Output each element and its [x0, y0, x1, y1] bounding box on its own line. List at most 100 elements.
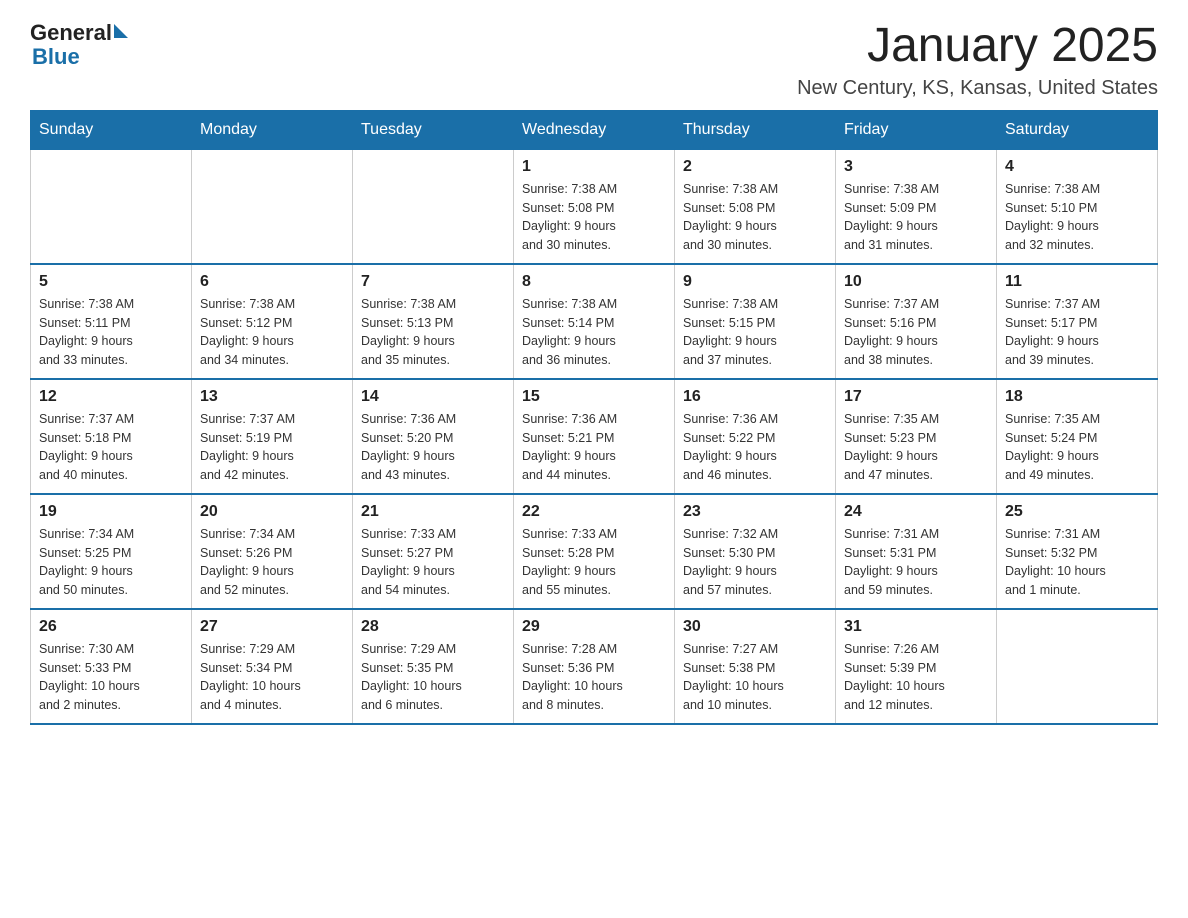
- calendar-empty-cell: [997, 609, 1158, 724]
- calendar-week-row: 19Sunrise: 7:34 AM Sunset: 5:25 PM Dayli…: [31, 494, 1158, 609]
- calendar-week-row: 1 Sunrise: 7:38 AM Sunset: 5:08 PM Daylig…: [31, 149, 1158, 264]
- day-info: Sunrise: 7:32 AM Sunset: 5:30 PM Dayligh…: [683, 525, 827, 600]
- day-number: 7: [361, 273, 505, 291]
- day-info: Sunrise: 7:38 AM Sunset: 5:09 PM Dayligh…: [844, 180, 988, 255]
- day-number: 13: [200, 388, 344, 406]
- day-info: Sunrise: 7:36 AM Sunset: 5:20 PM Dayligh…: [361, 410, 505, 485]
- calendar-header-saturday: Saturday: [997, 110, 1158, 149]
- day-info: Sunrise: 7:36 AM Sunset: 5:22 PM Dayligh…: [683, 410, 827, 485]
- day-number: 9: [683, 273, 827, 291]
- logo-general-text: General: [30, 20, 112, 46]
- calendar-header-row: SundayMondayTuesdayWednesdayThursdayFrid…: [31, 110, 1158, 149]
- day-info: Sunrise: 7:38 AM Sunset: 5:12 PM Dayligh…: [200, 295, 344, 370]
- day-number: 5: [39, 273, 183, 291]
- calendar-day-23: 23 Sunrise: 7:32 AM Sunset: 5:30 PM Dayli…: [675, 494, 836, 609]
- day-info: Sunrise: 7:33 AM Sunset: 5:28 PM Dayligh…: [522, 525, 666, 600]
- logo-triangle-icon: [114, 24, 128, 38]
- calendar-day-22: 22 Sunrise: 7:33 AM Sunset: 5:28 PM Dayli…: [514, 494, 675, 609]
- day-info: Sunrise: 7:38 AM Sunset: 5:14 PM Dayligh…: [522, 295, 666, 370]
- logo: General Blue: [30, 20, 128, 68]
- day-info: Sunrise: 7:38 AM Sunset: 5:15 PM Dayligh…: [683, 295, 827, 370]
- day-info: Sunrise: 7:35 AM Sunset: 5:24 PM Dayligh…: [1005, 410, 1149, 485]
- calendar-day-3: 3 Sunrise: 7:38 AM Sunset: 5:09 PM Daylig…: [836, 149, 997, 264]
- calendar-day-2: 2 Sunrise: 7:38 AM Sunset: 5:08 PM Daylig…: [675, 149, 836, 264]
- calendar-day-11: 11Sunrise: 7:37 AM Sunset: 5:17 PM Dayli…: [997, 264, 1158, 379]
- calendar-day-17: 17 Sunrise: 7:35 AM Sunset: 5:23 PM Dayli…: [836, 379, 997, 494]
- day-number: 25: [1005, 503, 1149, 521]
- calendar-day-15: 15 Sunrise: 7:36 AM Sunset: 5:21 PM Dayli…: [514, 379, 675, 494]
- day-number: 24: [844, 503, 988, 521]
- day-number: 3: [844, 158, 988, 176]
- calendar-day-1: 1 Sunrise: 7:38 AM Sunset: 5:08 PM Daylig…: [514, 149, 675, 264]
- day-number: 30: [683, 618, 827, 636]
- day-number: 19: [39, 503, 183, 521]
- calendar-day-5: 5 Sunrise: 7:38 AM Sunset: 5:11 PM Daylig…: [31, 264, 192, 379]
- calendar-day-13: 13 Sunrise: 7:37 AM Sunset: 5:19 PM Dayli…: [192, 379, 353, 494]
- day-info: Sunrise: 7:38 AM Sunset: 5:08 PM Dayligh…: [683, 180, 827, 255]
- calendar-week-row: 12 Sunrise: 7:37 AM Sunset: 5:18 PM Dayli…: [31, 379, 1158, 494]
- day-info: Sunrise: 7:38 AM Sunset: 5:10 PM Dayligh…: [1005, 180, 1149, 255]
- day-info: Sunrise: 7:29 AM Sunset: 5:34 PM Dayligh…: [200, 640, 344, 715]
- day-info: Sunrise: 7:33 AM Sunset: 5:27 PM Dayligh…: [361, 525, 505, 600]
- day-number: 14: [361, 388, 505, 406]
- calendar-empty-cell: [353, 149, 514, 264]
- calendar-day-9: 9 Sunrise: 7:38 AM Sunset: 5:15 PM Daylig…: [675, 264, 836, 379]
- calendar-week-row: 26 Sunrise: 7:30 AM Sunset: 5:33 PM Dayli…: [31, 609, 1158, 724]
- calendar-day-29: 29Sunrise: 7:28 AM Sunset: 5:36 PM Dayli…: [514, 609, 675, 724]
- location-subtitle: New Century, KS, Kansas, United States: [797, 77, 1158, 100]
- day-number: 15: [522, 388, 666, 406]
- day-number: 12: [39, 388, 183, 406]
- calendar-day-18: 18 Sunrise: 7:35 AM Sunset: 5:24 PM Dayli…: [997, 379, 1158, 494]
- page-header: General Blue January 2025 New Century, K…: [30, 20, 1158, 100]
- day-info: Sunrise: 7:31 AM Sunset: 5:31 PM Dayligh…: [844, 525, 988, 600]
- month-title: January 2025: [797, 20, 1158, 73]
- calendar-header-thursday: Thursday: [675, 110, 836, 149]
- calendar-day-20: 20Sunrise: 7:34 AM Sunset: 5:26 PM Dayli…: [192, 494, 353, 609]
- calendar-header-wednesday: Wednesday: [514, 110, 675, 149]
- calendar-day-14: 14 Sunrise: 7:36 AM Sunset: 5:20 PM Dayli…: [353, 379, 514, 494]
- day-number: 16: [683, 388, 827, 406]
- calendar-empty-cell: [192, 149, 353, 264]
- day-number: 28: [361, 618, 505, 636]
- calendar-day-21: 21 Sunrise: 7:33 AM Sunset: 5:27 PM Dayli…: [353, 494, 514, 609]
- day-info: Sunrise: 7:37 AM Sunset: 5:19 PM Dayligh…: [200, 410, 344, 485]
- day-number: 1: [522, 158, 666, 176]
- title-section: January 2025 New Century, KS, Kansas, Un…: [797, 20, 1158, 100]
- calendar-day-26: 26 Sunrise: 7:30 AM Sunset: 5:33 PM Dayli…: [31, 609, 192, 724]
- calendar-day-30: 30 Sunrise: 7:27 AM Sunset: 5:38 PM Dayli…: [675, 609, 836, 724]
- day-number: 8: [522, 273, 666, 291]
- logo-blue-text: Blue: [32, 46, 80, 68]
- day-info: Sunrise: 7:38 AM Sunset: 5:11 PM Dayligh…: [39, 295, 183, 370]
- day-number: 31: [844, 618, 988, 636]
- day-info: Sunrise: 7:38 AM Sunset: 5:08 PM Dayligh…: [522, 180, 666, 255]
- calendar-day-25: 25Sunrise: 7:31 AM Sunset: 5:32 PM Dayli…: [997, 494, 1158, 609]
- day-info: Sunrise: 7:27 AM Sunset: 5:38 PM Dayligh…: [683, 640, 827, 715]
- calendar-day-27: 27Sunrise: 7:29 AM Sunset: 5:34 PM Dayli…: [192, 609, 353, 724]
- day-number: 18: [1005, 388, 1149, 406]
- calendar-day-19: 19Sunrise: 7:34 AM Sunset: 5:25 PM Dayli…: [31, 494, 192, 609]
- day-info: Sunrise: 7:35 AM Sunset: 5:23 PM Dayligh…: [844, 410, 988, 485]
- day-number: 21: [361, 503, 505, 521]
- calendar-header-tuesday: Tuesday: [353, 110, 514, 149]
- calendar-day-28: 28Sunrise: 7:29 AM Sunset: 5:35 PM Dayli…: [353, 609, 514, 724]
- day-number: 22: [522, 503, 666, 521]
- day-info: Sunrise: 7:34 AM Sunset: 5:26 PM Dayligh…: [200, 525, 344, 600]
- day-number: 23: [683, 503, 827, 521]
- calendar-week-row: 5 Sunrise: 7:38 AM Sunset: 5:11 PM Daylig…: [31, 264, 1158, 379]
- day-info: Sunrise: 7:28 AM Sunset: 5:36 PM Dayligh…: [522, 640, 666, 715]
- calendar-day-6: 6Sunrise: 7:38 AM Sunset: 5:12 PM Daylig…: [192, 264, 353, 379]
- calendar-day-16: 16 Sunrise: 7:36 AM Sunset: 5:22 PM Dayli…: [675, 379, 836, 494]
- day-number: 26: [39, 618, 183, 636]
- day-info: Sunrise: 7:30 AM Sunset: 5:33 PM Dayligh…: [39, 640, 183, 715]
- calendar-day-10: 10Sunrise: 7:37 AM Sunset: 5:16 PM Dayli…: [836, 264, 997, 379]
- day-info: Sunrise: 7:26 AM Sunset: 5:39 PM Dayligh…: [844, 640, 988, 715]
- day-number: 2: [683, 158, 827, 176]
- calendar-day-31: 31 Sunrise: 7:26 AM Sunset: 5:39 PM Dayli…: [836, 609, 997, 724]
- day-number: 10: [844, 273, 988, 291]
- calendar-header-monday: Monday: [192, 110, 353, 149]
- calendar-header-friday: Friday: [836, 110, 997, 149]
- calendar-header-sunday: Sunday: [31, 110, 192, 149]
- day-number: 17: [844, 388, 988, 406]
- day-info: Sunrise: 7:37 AM Sunset: 5:18 PM Dayligh…: [39, 410, 183, 485]
- day-info: Sunrise: 7:36 AM Sunset: 5:21 PM Dayligh…: [522, 410, 666, 485]
